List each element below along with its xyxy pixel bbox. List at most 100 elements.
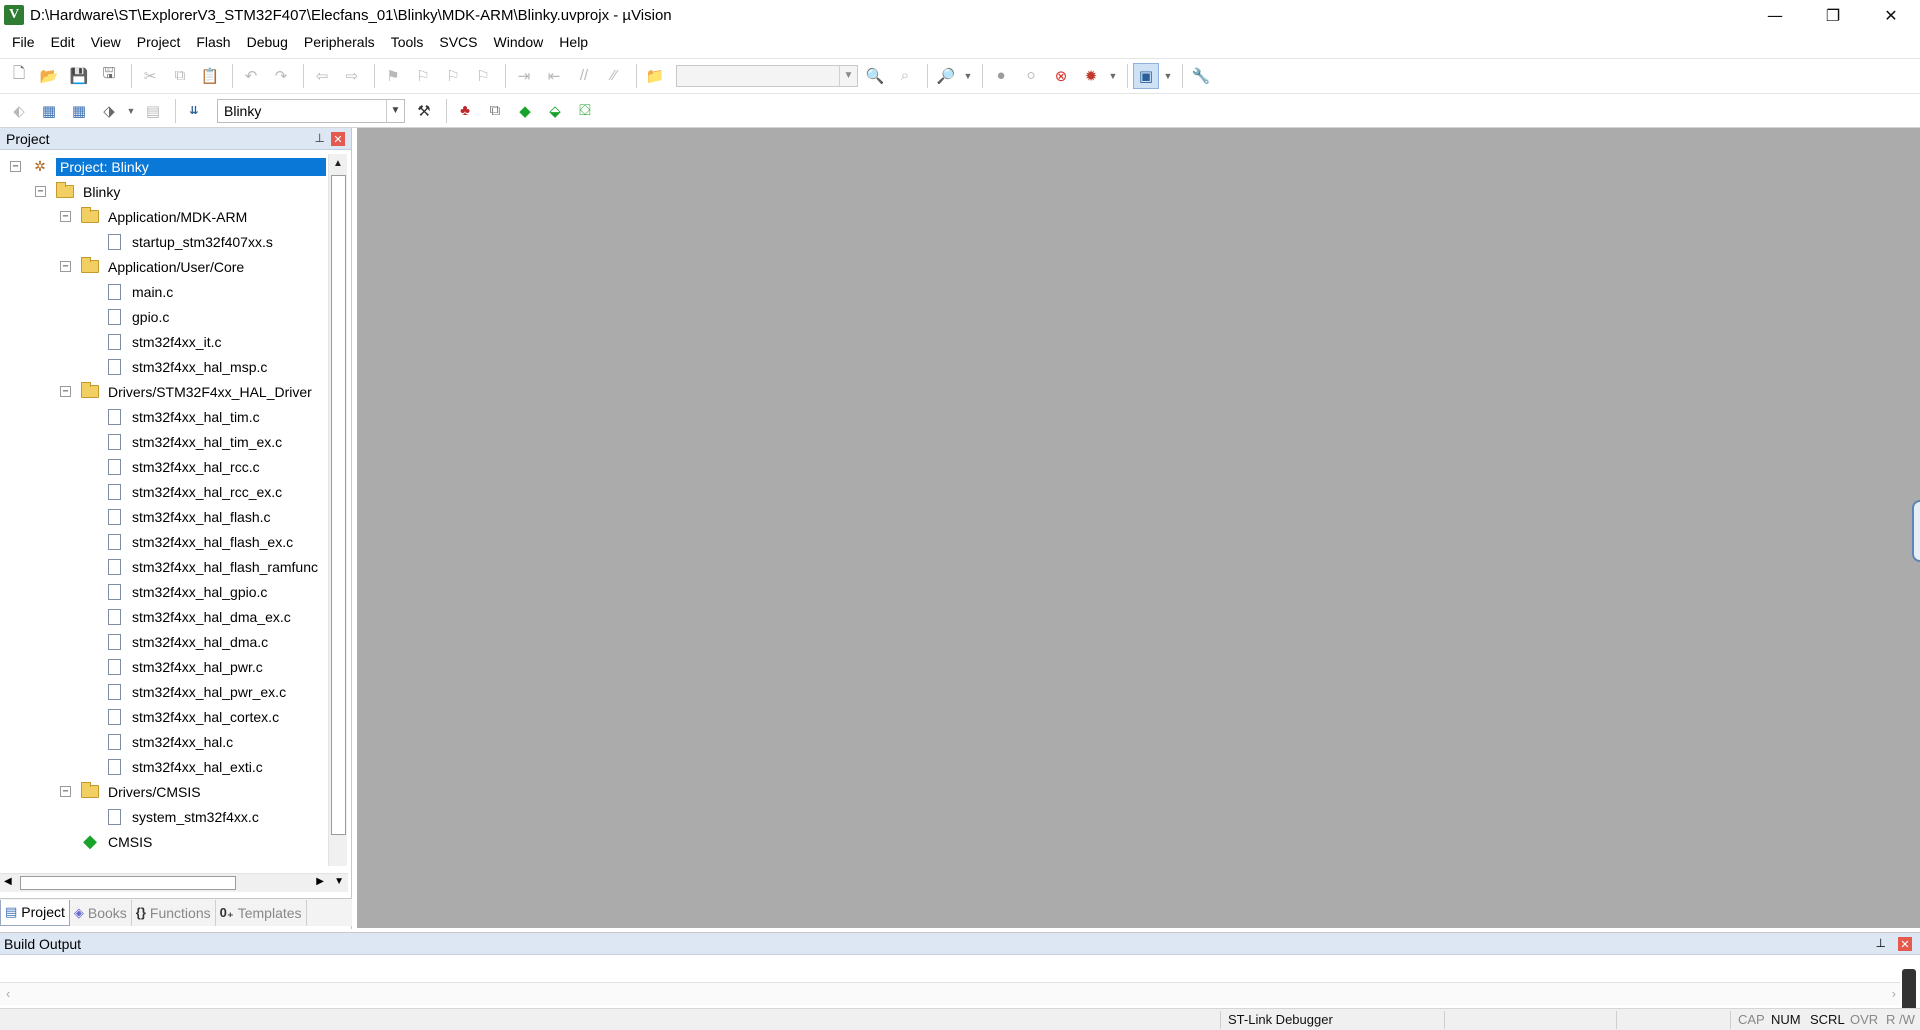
tree-item-file[interactable]: stm32f4xx_hal_rcc_ex.c <box>84 479 284 504</box>
collapse-toggle-icon[interactable]: − <box>60 261 71 272</box>
editor-area[interactable] <box>357 128 1920 928</box>
debug-session-icon[interactable]: 🔎 <box>933 63 959 89</box>
scroll-thumb[interactable] <box>20 876 236 890</box>
redo-icon[interactable]: ↷ <box>268 63 294 89</box>
scroll-left-icon[interactable]: ◀ <box>4 876 12 887</box>
undo-icon[interactable]: ↶ <box>238 63 264 89</box>
menu-flash[interactable]: Flash <box>188 34 238 50</box>
scroll-left-icon[interactable]: ‹ <box>6 986 10 1001</box>
menu-file[interactable]: File <box>4 34 43 50</box>
insert-bookmark-icon[interactable]: ⚑ <box>380 63 406 89</box>
clear-bookmarks-icon[interactable]: ⚐ <box>470 63 496 89</box>
comment-icon[interactable]: // <box>571 63 597 89</box>
menu-tools[interactable]: Tools <box>383 34 432 50</box>
scroll-right-icon[interactable]: ▶ <box>316 876 324 887</box>
tree-item-project[interactable]: − ✲ Project: Blinky <box>10 154 326 179</box>
options-for-target-icon[interactable]: ⚒ <box>411 98 437 124</box>
paste-icon[interactable]: 📋 <box>197 63 223 89</box>
build-output-horizontal-scrollbar[interactable]: ‹ › <box>0 983 1900 1005</box>
tab-project[interactable]: ▤ Project <box>0 899 70 926</box>
navigate-back-icon[interactable]: ⇦ <box>309 63 335 89</box>
pin-icon[interactable]: ⊥ <box>1876 936 1886 950</box>
tree-item-file[interactable]: stm32f4xx_hal_tim_ex.c <box>84 429 284 454</box>
manage-multi-project-icon[interactable]: ⧉ <box>482 98 508 124</box>
tree-item-file[interactable]: stm32f4xx_hal_flash_ex.c <box>84 529 295 554</box>
tree-horizontal-scrollbar[interactable]: ◀ ▶ ▼ <box>0 873 348 892</box>
navigate-forward-icon[interactable]: ⇨ <box>339 63 365 89</box>
collapse-toggle-icon[interactable]: − <box>10 161 21 172</box>
tree-item-file[interactable]: stm32f4xx_hal_rcc.c <box>84 454 262 479</box>
uncomment-icon[interactable]: ⁄⁄ <box>601 63 627 89</box>
target-select[interactable]: Blinky ▼ <box>217 98 405 123</box>
close-window-button[interactable]: ✕ <box>1862 0 1920 30</box>
tree-item-file[interactable]: main.c <box>84 279 175 304</box>
close-icon[interactable]: ✕ <box>331 132 345 146</box>
tree-item-file[interactable]: stm32f4xx_hal_flash_ramfunc <box>84 554 320 579</box>
menu-debug[interactable]: Debug <box>239 34 296 50</box>
scroll-thumb[interactable] <box>331 175 346 835</box>
unindent-icon[interactable]: ⇤ <box>541 63 567 89</box>
find-in-files-icon[interactable]: 📁 <box>642 63 668 89</box>
chevron-down-icon[interactable]: ▼ <box>963 63 973 89</box>
tree-item-file[interactable]: stm32f4xx_hal_dma.c <box>84 629 270 654</box>
menu-peripherals[interactable]: Peripherals <box>296 34 383 50</box>
disable-all-breakpoints-icon[interactable]: ⊗ <box>1048 63 1074 89</box>
tree-item-folder[interactable]: − Application/MDK-ARM <box>60 204 249 229</box>
open-file-icon[interactable]: 📂 <box>36 63 62 89</box>
tree-item-file[interactable]: stm32f4xx_it.c <box>84 329 223 354</box>
pack-installer-icon[interactable]: ⛋ <box>572 98 598 124</box>
find-icon[interactable]: 🔍 <box>862 63 888 89</box>
menu-project[interactable]: Project <box>129 34 189 50</box>
kill-all-breakpoints-icon[interactable]: ✹ <box>1078 63 1104 89</box>
collapse-toggle-icon[interactable]: − <box>35 186 46 197</box>
tree-item-folder[interactable]: − Application/User/Core <box>60 254 246 279</box>
tree-item-folder[interactable]: − Drivers/STM32F4xx_HAL_Driver <box>60 379 314 404</box>
window-layout-icon[interactable]: ▣ <box>1133 62 1159 89</box>
tree-item-file[interactable]: stm32f4xx_hal_pwr_ex.c <box>84 679 288 704</box>
pin-icon[interactable]: ⊥ <box>315 131 325 145</box>
tree-item-file[interactable]: stm32f4xx_hal_dma_ex.c <box>84 604 293 629</box>
menu-svcs[interactable]: SVCS <box>431 34 485 50</box>
tree-item-file[interactable]: stm32f4xx_hal_pwr.c <box>84 654 265 679</box>
scroll-down-icon[interactable]: ▼ <box>334 876 344 887</box>
disable-breakpoint-icon[interactable]: ○ <box>1018 63 1044 89</box>
download-load-icon[interactable]: ⇊ <box>181 98 207 124</box>
configure-icon[interactable]: 🔧 <box>1188 63 1214 89</box>
collapse-toggle-icon[interactable]: − <box>60 786 71 797</box>
tree-item-folder[interactable]: − Drivers/CMSIS <box>60 779 203 804</box>
tree-item-file[interactable]: system_stm32f4xx.c <box>84 804 261 829</box>
chevron-down-icon[interactable]: ▼ <box>839 65 857 86</box>
scroll-right-icon[interactable]: › <box>1892 986 1896 1001</box>
build-output-text[interactable] <box>0 957 1900 983</box>
tree-item-file[interactable]: startup_stm32f407xx.s <box>84 229 275 254</box>
menu-edit[interactable]: Edit <box>43 34 83 50</box>
restore-button[interactable]: ❐ <box>1804 0 1862 30</box>
menu-help[interactable]: Help <box>551 34 596 50</box>
tree-item-target[interactable]: − Blinky <box>35 179 122 204</box>
incremental-find-icon[interactable]: ⌕ <box>892 63 918 89</box>
manage-project-items-icon[interactable]: ♣ <box>452 98 478 124</box>
tab-books[interactable]: ◈ Books <box>70 899 132 926</box>
tree-item-file[interactable]: gpio.c <box>84 304 171 329</box>
tree-item-file[interactable]: stm32f4xx_hal.c <box>84 729 235 754</box>
tab-functions[interactable]: {} Functions <box>132 899 216 926</box>
tree-item-component[interactable]: ◆ CMSIS <box>60 829 154 854</box>
cut-icon[interactable]: ✂ <box>137 63 163 89</box>
collapse-toggle-icon[interactable]: − <box>60 211 71 222</box>
chevron-down-icon[interactable]: ▼ <box>386 99 404 122</box>
stop-build-icon[interactable]: ▤ <box>140 98 166 124</box>
next-bookmark-icon[interactable]: ⚐ <box>440 63 466 89</box>
tree-item-file[interactable]: stm32f4xx_hal_gpio.c <box>84 579 269 604</box>
tree-vertical-scrollbar[interactable]: ▲ <box>328 154 347 866</box>
select-software-packs-icon[interactable]: ⬙ <box>542 98 568 124</box>
scroll-up-icon[interactable]: ▲ <box>329 154 347 173</box>
breakpoint-icon[interactable]: ● <box>988 63 1014 89</box>
tab-templates[interactable]: 0₊ Templates <box>216 899 307 926</box>
tree-item-file[interactable]: stm32f4xx_hal_exti.c <box>84 754 265 779</box>
save-all-icon[interactable]: 🖫 <box>96 63 122 89</box>
tree-item-file[interactable]: stm32f4xx_hal_msp.c <box>84 354 269 379</box>
batch-build-icon[interactable]: ⬗ <box>96 98 122 124</box>
menu-window[interactable]: Window <box>486 34 552 50</box>
chevron-down-icon[interactable]: ▼ <box>126 98 136 124</box>
new-file-icon[interactable]: 🗋 <box>6 63 32 89</box>
